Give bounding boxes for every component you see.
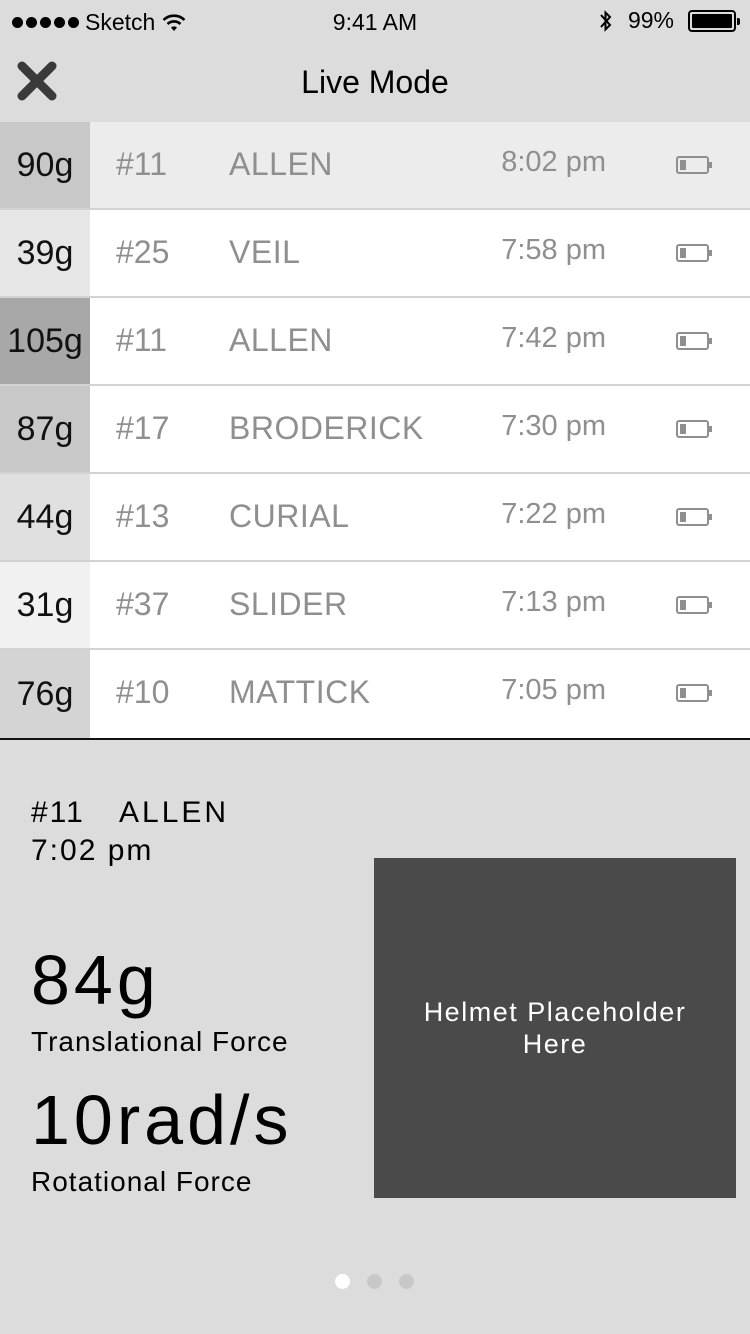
force-value: 105g bbox=[0, 298, 90, 384]
force-value: 44g bbox=[0, 474, 90, 560]
page-indicator[interactable] bbox=[335, 1274, 414, 1289]
translational-force-value: 84g bbox=[31, 941, 160, 1019]
player-name: MATTICK bbox=[229, 674, 371, 710]
list-item[interactable]: 90g #11 ALLEN 8:02 pm bbox=[0, 122, 750, 210]
battery-icon bbox=[676, 684, 712, 702]
impact-time: 7:42 pm bbox=[501, 322, 606, 354]
force-value: 90g bbox=[0, 122, 90, 208]
bluetooth-icon bbox=[600, 9, 612, 32]
status-right: 99% bbox=[598, 7, 740, 34]
page-dot[interactable] bbox=[399, 1274, 414, 1289]
list-item[interactable]: 76g #10 MATTICK 7:05 pm bbox=[0, 650, 750, 740]
impact-time: 7:13 pm bbox=[501, 586, 606, 618]
impact-time: 8:02 pm bbox=[501, 146, 606, 178]
force-value: 76g bbox=[0, 650, 90, 738]
force-value: 31g bbox=[0, 562, 90, 648]
battery-icon bbox=[688, 9, 740, 32]
player-name: ALLEN bbox=[229, 322, 333, 358]
list-item[interactable]: 44g #13 CURIAL 7:22 pm bbox=[0, 474, 750, 562]
list-item[interactable]: 87g #17 BRODERICK 7:30 pm bbox=[0, 386, 750, 474]
list-item[interactable]: 105g #11 ALLEN 7:42 pm bbox=[0, 298, 750, 386]
player-name: ALLEN bbox=[229, 146, 333, 182]
detail-player-name: ALLEN bbox=[119, 796, 230, 829]
player-number: #37 bbox=[116, 586, 170, 622]
player-number: #11 bbox=[116, 146, 168, 182]
battery-icon bbox=[676, 420, 712, 438]
page-dot[interactable] bbox=[367, 1274, 382, 1289]
list-item[interactable]: 31g #37 SLIDER 7:13 pm bbox=[0, 562, 750, 650]
battery-icon bbox=[676, 508, 712, 526]
impact-detail-panel[interactable]: #11 ALLEN 7:02 pm 84g Translational Forc… bbox=[0, 748, 750, 1334]
translational-force-label: Translational Force bbox=[31, 1026, 289, 1057]
force-value: 39g bbox=[0, 210, 90, 296]
player-name: VEIL bbox=[229, 234, 301, 270]
battery-icon bbox=[676, 156, 712, 174]
impact-time: 7:05 pm bbox=[501, 674, 606, 706]
player-name: CURIAL bbox=[229, 498, 350, 534]
status-bar: Sketch 9:41 AM 99% bbox=[0, 0, 750, 40]
impact-time: 7:30 pm bbox=[501, 410, 606, 442]
rotational-force-value: 10rad/s bbox=[31, 1081, 293, 1159]
battery-percent: 99% bbox=[627, 7, 674, 33]
player-name: SLIDER bbox=[229, 586, 348, 622]
player-number: #17 bbox=[116, 410, 170, 446]
impact-time: 7:22 pm bbox=[501, 498, 606, 530]
player-number: #13 bbox=[116, 498, 170, 534]
player-name: BRODERICK bbox=[229, 410, 424, 446]
battery-icon bbox=[676, 244, 712, 262]
player-number: #25 bbox=[116, 234, 170, 270]
battery-icon bbox=[676, 596, 712, 614]
list-item[interactable]: 39g #25 VEIL 7:58 pm bbox=[0, 210, 750, 298]
player-number: #11 bbox=[116, 322, 168, 358]
battery-icon bbox=[676, 332, 712, 350]
player-number: #10 bbox=[116, 674, 170, 710]
detail-player-number: #11 bbox=[31, 796, 85, 829]
force-value: 87g bbox=[0, 386, 90, 472]
impact-list: 90g #11 ALLEN 8:02 pm 39g #25 VEIL 7:58 … bbox=[0, 122, 750, 740]
rotational-force-label: Rotational Force bbox=[31, 1166, 253, 1197]
detail-time: 7:02 pm bbox=[31, 834, 154, 867]
page-title: Live Mode bbox=[301, 64, 449, 100]
impact-time: 7:58 pm bbox=[501, 234, 606, 266]
helmet-placeholder: Helmet Placeholder Here bbox=[374, 858, 736, 1198]
nav-bar: Live Mode bbox=[0, 40, 750, 122]
page-dot-active[interactable] bbox=[335, 1274, 350, 1289]
